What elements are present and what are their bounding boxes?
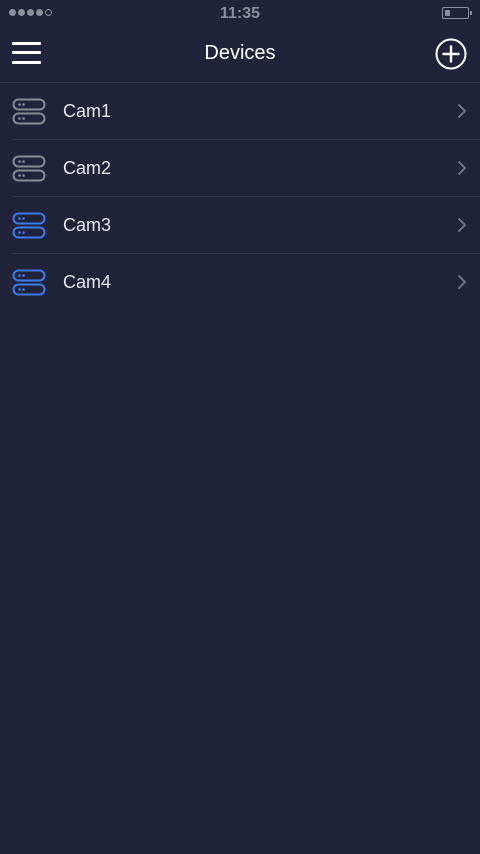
page-title: Devices [204,42,276,64]
device-name: Cam3 [63,215,112,235]
battery-level [445,10,451,16]
add-device-button[interactable] [435,38,467,70]
devices-screen: 11:35 Devices Cam1 Cam2 Cam3 Cam4 [0,0,480,854]
nav-bar: Devices [0,28,480,83]
status-time: 11:35 [219,5,261,22]
device-name: Cam1 [63,101,112,121]
chevron-right-icon [458,218,466,232]
device-row[interactable]: Cam3 [0,197,480,254]
server-icon [12,155,46,182]
device-row[interactable]: Cam1 [0,83,480,140]
device-list: Cam1 Cam2 Cam3 Cam4 [0,83,480,311]
server-icon [12,269,46,296]
device-row[interactable]: Cam4 [0,254,480,311]
server-icon [12,98,46,125]
chevron-right-icon [458,275,466,289]
device-name: Cam2 [63,158,112,178]
battery-icon [442,7,472,19]
device-row[interactable]: Cam2 [0,140,480,197]
chevron-right-icon [458,161,466,175]
device-name: Cam4 [63,272,112,292]
server-icon [12,212,46,239]
status-bar: 11:35 [0,0,480,28]
chevron-right-icon [458,104,466,118]
